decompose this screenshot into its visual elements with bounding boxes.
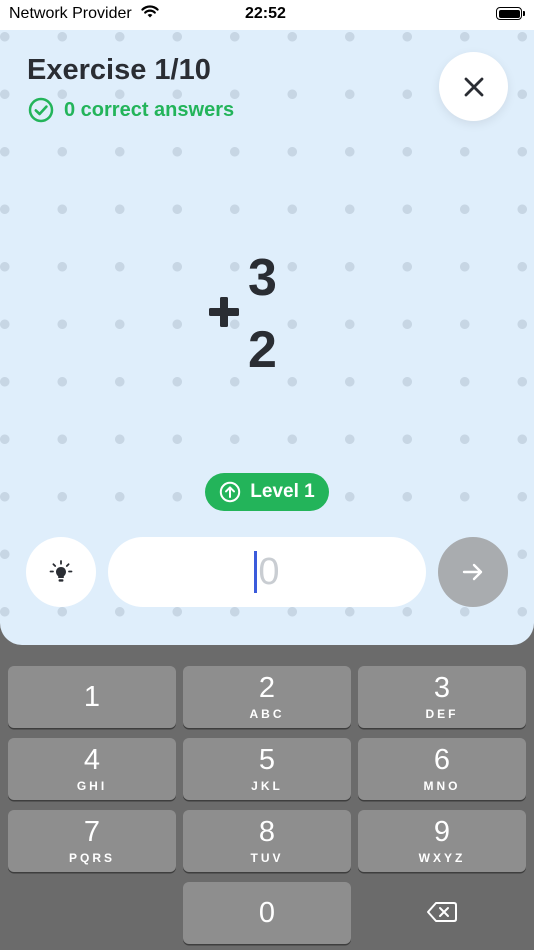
- status-bar: Network Provider 22:52: [0, 0, 534, 30]
- key-digit: 6: [433, 744, 451, 776]
- key-7[interactable]: 7 PQRS: [8, 810, 176, 872]
- next-button[interactable]: [438, 537, 508, 607]
- answer-input[interactable]: 0: [108, 537, 426, 607]
- level-label: Level 1: [250, 481, 315, 502]
- battery-icon: [496, 7, 525, 20]
- key-8[interactable]: 8 TUV: [183, 810, 351, 872]
- hint-button[interactable]: [26, 537, 96, 607]
- key-digit: 4: [83, 744, 101, 776]
- numeric-keypad: 1 2 ABC 3 DEF 4 GHI 5 JKL 6 MNO 7 PQRS 8…: [0, 645, 534, 950]
- key-5[interactable]: 5 JKL: [183, 738, 351, 800]
- key-0[interactable]: 0: [183, 882, 351, 944]
- key-digit: 9: [433, 816, 451, 848]
- lightbulb-icon: [49, 560, 73, 582]
- plus-operator-icon: [209, 297, 239, 327]
- close-icon: [464, 77, 483, 96]
- exercise-screen: Network Provider 22:52 Exercise 1/10 0 c…: [0, 0, 534, 645]
- key-digit: 3: [433, 672, 451, 704]
- correct-answers-text: 0 correct answers: [64, 98, 235, 121]
- key-digit: 1: [83, 681, 101, 713]
- exercise-title: Exercise 1/10: [27, 54, 211, 86]
- key-digit: 0: [258, 897, 276, 929]
- key-letters: TUV: [250, 851, 284, 865]
- backspace-key[interactable]: [358, 881, 526, 943]
- level-badge: Level 1: [205, 473, 329, 511]
- key-digit: 5: [258, 744, 276, 776]
- key-9[interactable]: 9 WXYZ: [358, 810, 526, 872]
- key-letters: GHI: [76, 779, 108, 793]
- key-letters: ABC: [249, 707, 285, 721]
- key-1[interactable]: 1: [8, 666, 176, 728]
- arrow-up-circle-icon: [220, 481, 241, 503]
- wifi-icon: [141, 5, 159, 18]
- close-button[interactable]: [439, 52, 508, 121]
- correct-answers-counter: 0 correct answers: [28, 97, 234, 123]
- key-letters: JKL: [251, 779, 283, 793]
- key-letters: MNO: [423, 779, 461, 793]
- key-2[interactable]: 2 ABC: [183, 666, 351, 728]
- backspace-icon: [427, 902, 457, 922]
- text-caret: [254, 551, 258, 593]
- second-operand: 2: [248, 321, 277, 379]
- carrier-name: Network Provider: [9, 5, 132, 22]
- answer-placeholder: 0: [258, 550, 280, 593]
- key-letters: DEF: [425, 707, 459, 721]
- key-digit: 8: [258, 816, 276, 848]
- clock: 22:52: [245, 5, 286, 22]
- key-digit: 2: [258, 672, 276, 704]
- key-letters: WXYZ: [418, 851, 466, 865]
- key-letters: PQRS: [68, 851, 115, 865]
- first-operand: 3: [248, 249, 277, 307]
- key-digit: 7: [83, 816, 101, 848]
- arrow-right-icon: [462, 563, 483, 581]
- key-3[interactable]: 3 DEF: [358, 666, 526, 728]
- check-circle-icon: [28, 97, 54, 123]
- key-6[interactable]: 6 MNO: [358, 738, 526, 800]
- key-4[interactable]: 4 GHI: [8, 738, 176, 800]
